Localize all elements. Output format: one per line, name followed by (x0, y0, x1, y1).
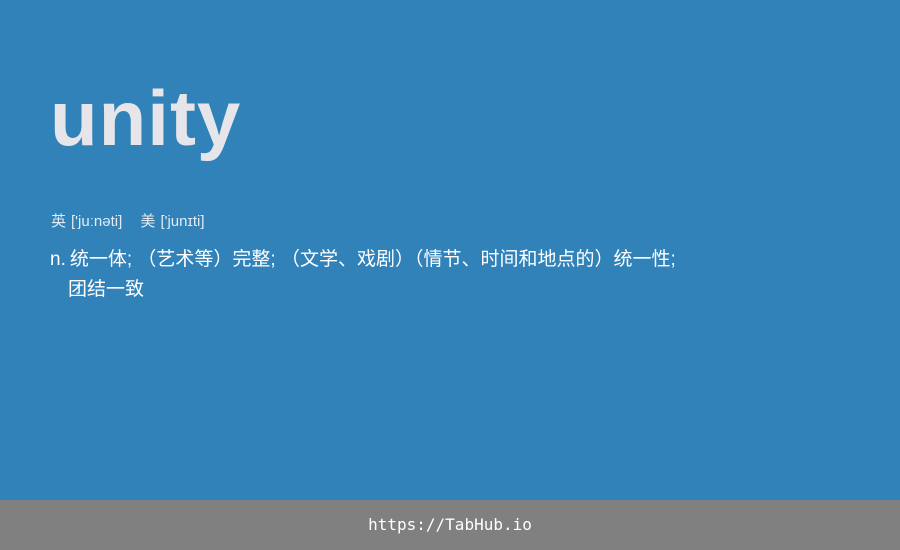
tabhub-link[interactable]: https://TabHub.io (368, 514, 532, 536)
definition: n. 统一体; （艺术等）完整; （文学、戏剧）（情节、时间和地点的）统一性; 团… (50, 245, 750, 305)
phonetic-us: 美 ['junɪti] (140, 212, 204, 232)
phonetic-uk-region: 英 (51, 213, 67, 230)
phonetic-us-region: 美 (140, 213, 156, 230)
phonetic-uk: 英 ['juːnəti] (51, 212, 122, 232)
word-card: unity 英 ['juːnəti] 美 ['junɪti] n. 统一体; （艺术等… (0, 0, 900, 500)
definition-text-1: 统一体; （艺术等）完整; （文学、戏剧）（情节、时间和地点的）统一性; (69, 249, 676, 270)
part-of-speech: n. (50, 249, 66, 270)
definition-line-2: 团结一致 (68, 279, 145, 300)
footer-bar: https://TabHub.io (0, 500, 900, 550)
headword: unity (50, 74, 242, 162)
phonetic-uk-ipa: ['juːnəti] (71, 213, 123, 230)
definition-line-1: n. 统一体; （艺术等）完整; （文学、戏剧）（情节、时间和地点的）统一性; (50, 245, 750, 275)
phonetic-us-ipa: ['junɪti] (160, 213, 205, 230)
phonetics: 英 ['juːnəti] 美 ['junɪti] (51, 212, 205, 232)
